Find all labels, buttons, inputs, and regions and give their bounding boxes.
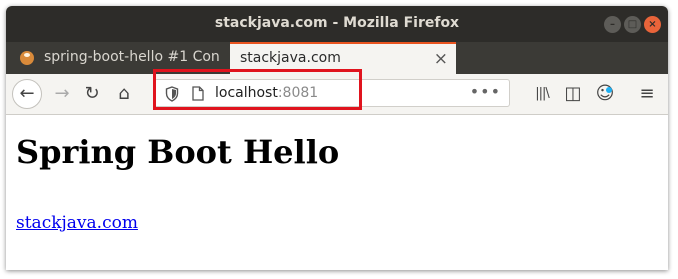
account-glyph: ☺ (595, 83, 615, 104)
tab-label: spring-boot-hello #1 Con (44, 49, 220, 65)
maximize-button[interactable]: □ (624, 16, 641, 33)
page-heading: Spring Boot Hello (16, 133, 340, 171)
stackjava-link[interactable]: stackjava.com (16, 213, 138, 233)
sidebar-toggle-icon[interactable]: ◫ (562, 81, 584, 107)
library-icon[interactable]: |||\ (532, 81, 552, 107)
account-icon[interactable]: ☺ (594, 81, 616, 107)
notification-dot (606, 87, 612, 93)
close-window-button[interactable]: × (644, 16, 661, 33)
tab-close-icon[interactable]: × (434, 49, 448, 69)
menu-icon[interactable]: ≡ (636, 81, 658, 107)
window-title: stackjava.com - Mozilla Firefox (214, 15, 460, 31)
firefox-window: stackjava.com - Mozilla Firefox – □ × sp… (6, 6, 668, 270)
page-actions-button[interactable]: ••• (470, 82, 501, 101)
forward-button[interactable]: → (50, 81, 74, 107)
tab-label: stackjava.com (240, 50, 341, 66)
back-button[interactable]: ← (12, 79, 42, 109)
title-bar: stackjava.com - Mozilla Firefox – □ × (6, 6, 668, 42)
reload-button[interactable]: ↻ (80, 81, 104, 107)
jenkins-favicon-icon (20, 51, 34, 65)
minimize-button[interactable]: – (604, 16, 621, 33)
home-button[interactable]: ⌂ (112, 81, 136, 107)
url-highlight-box (153, 69, 362, 110)
page-content: Spring Boot Hello stackjava.com (6, 115, 668, 270)
